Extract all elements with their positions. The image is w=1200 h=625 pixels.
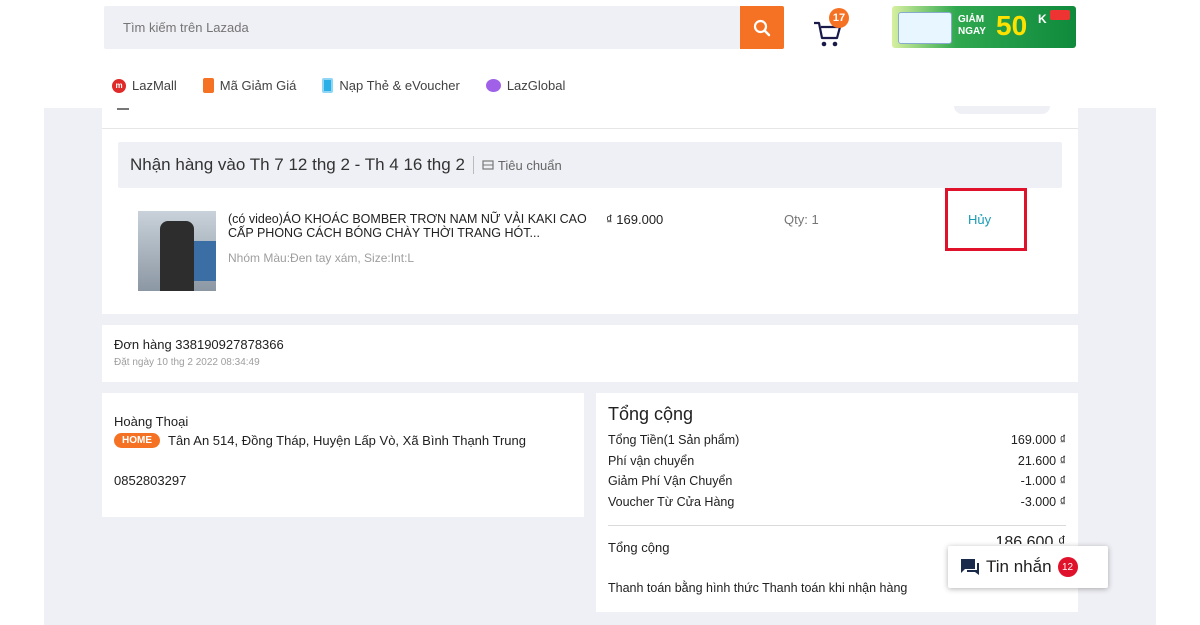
total-label: Tổng cộng xyxy=(608,540,670,555)
top-nav: m LazMall Mã Giảm Giá Nạp Thẻ & eVoucher… xyxy=(112,78,565,93)
search-icon xyxy=(753,19,771,36)
summary-title: Tổng cộng xyxy=(608,404,694,424)
summary-line: Voucher Từ Cửa Hàng -3.000 ₫ xyxy=(608,495,1066,509)
shipping-type-label: Tiêu chuẩn xyxy=(497,157,562,173)
summary-label: Phí vận chuyển xyxy=(608,454,695,468)
left-sidebar-fragment: & › da xyxy=(0,108,60,625)
shipping-type: Tiêu chuẩn xyxy=(482,158,562,173)
divider xyxy=(102,128,1078,129)
summary-label: Voucher Từ Cửa Hàng xyxy=(608,495,735,509)
promo-tag xyxy=(1050,10,1070,20)
package-card: Nhận hàng vào Th 7 12 thg 2 - Th 4 16 th… xyxy=(102,106,1078,314)
chat-count-badge: 12 xyxy=(1057,557,1078,577)
nav-topup[interactable]: Nạp Thẻ & eVoucher xyxy=(322,78,460,93)
thumbnail-shelf xyxy=(194,241,216,281)
nav-vouchers[interactable]: Mã Giảm Giá xyxy=(202,78,297,93)
delivery-date: Nhận hàng vào Th 7 12 thg 2 - Th 4 16 th… xyxy=(130,155,465,174)
globe-icon xyxy=(485,79,501,92)
nav-label: Mã Giảm Giá xyxy=(219,78,297,93)
address-text: Tân An 514, Đồng Tháp, Huyện Lấp Vò, Xã … xyxy=(168,433,526,448)
product-thumbnail[interactable] xyxy=(138,211,216,291)
nav-label: LazGlobal xyxy=(506,78,566,93)
summary-line: Tổng Tiền(1 Sản phẩm) 169.000 ₫ xyxy=(608,433,1066,447)
search-input[interactable] xyxy=(104,6,740,49)
search-button[interactable] xyxy=(740,6,784,49)
order-number: Đơn hàng 338190927878366 xyxy=(114,337,284,352)
home-badge: HOME xyxy=(114,433,160,448)
chat-button[interactable]: Tin nhắn 12 xyxy=(948,546,1108,588)
button-fragment xyxy=(954,106,1050,114)
credit-card-graphic xyxy=(898,12,952,44)
delivery-info: Nhận hàng vào Th 7 12 thg 2 - Th 4 16 th… xyxy=(118,142,1062,188)
promo-line2: NGAY xyxy=(958,26,986,37)
summary-value: 21.600 ₫ xyxy=(1017,454,1066,468)
product-price: ₫ 169.000 xyxy=(606,212,664,227)
summary-label: Giảm Phí Vận Chuyển xyxy=(608,474,733,488)
jacket-figure xyxy=(160,221,194,291)
chat-icon xyxy=(961,559,979,575)
nav-lazmall[interactable]: m LazMall xyxy=(112,78,177,93)
summary-label: Tổng Tiền(1 Sản phẩm) xyxy=(608,433,740,447)
cancel-button[interactable]: Hủy xyxy=(968,212,991,227)
promo-unit: K xyxy=(1038,12,1047,26)
product-qty: Qty: 1 xyxy=(784,212,819,227)
promo-banner[interactable]: GIẢM NGAY 50 K xyxy=(892,6,1076,48)
summary-value: 169.000 ₫ xyxy=(1010,433,1066,447)
product-name[interactable]: (có video)ÁO KHOÁC BOMBER TRƠN NAM NỮ VẢ… xyxy=(228,212,588,240)
lazmall-icon: m xyxy=(112,78,126,93)
chat-label: Tin nhắn xyxy=(986,557,1052,576)
promo-amount: 50 xyxy=(996,10,1028,41)
phone-icon xyxy=(322,78,334,93)
order-card: Đơn hàng 338190927878366 Đặt ngày 10 thg… xyxy=(102,325,1078,382)
promo-text: GIẢM NGAY xyxy=(958,14,986,38)
recipient-name: Hoàng Thoại xyxy=(114,414,189,429)
order-date: Đặt ngày 10 thg 2 2022 08:34:49 xyxy=(114,357,260,368)
product-variant: Nhóm Màu:Đen tay xám, Size:Int:L xyxy=(228,251,415,265)
summary-value: -1.000 ₫ xyxy=(1020,474,1066,488)
address-card: Hoàng Thoại HOME Tân An 514, Đồng Tháp, … xyxy=(102,393,584,517)
nav-label: LazMall xyxy=(132,78,177,93)
nav-label: Nạp Thẻ & eVoucher xyxy=(339,78,460,93)
phone-number: 0852803297 xyxy=(114,473,187,488)
divider xyxy=(472,156,474,174)
order-detail-page: 17 GIẢMNGAY 50 K m LazMall Mã Giảm Giá N… xyxy=(0,0,1200,625)
total-value: 186.600 ₫ xyxy=(995,534,1067,544)
search-box xyxy=(104,6,740,49)
cart-count-badge: 17 xyxy=(829,8,849,28)
payment-method: Thanh toán bằng hình thức Thanh toán khi… xyxy=(608,581,908,595)
nav-lazglobal[interactable]: LazGlobal xyxy=(485,78,566,93)
summary-line: Giảm Phí Vận Chuyển -1.000 ₫ xyxy=(608,474,1066,488)
summary-value: -3.000 ₫ xyxy=(1020,495,1066,509)
divider xyxy=(608,525,1066,526)
shipping-icon xyxy=(482,160,494,170)
divider xyxy=(117,108,129,110)
voucher-icon xyxy=(202,78,214,93)
summary-line: Phí vận chuyển 21.600 ₫ xyxy=(608,454,1066,468)
cart-button[interactable]: 17 xyxy=(812,8,852,48)
address-row: HOME Tân An 514, Đồng Tháp, Huyện Lấp Vò… xyxy=(114,433,526,448)
promo-line1: GIẢM xyxy=(958,14,985,25)
